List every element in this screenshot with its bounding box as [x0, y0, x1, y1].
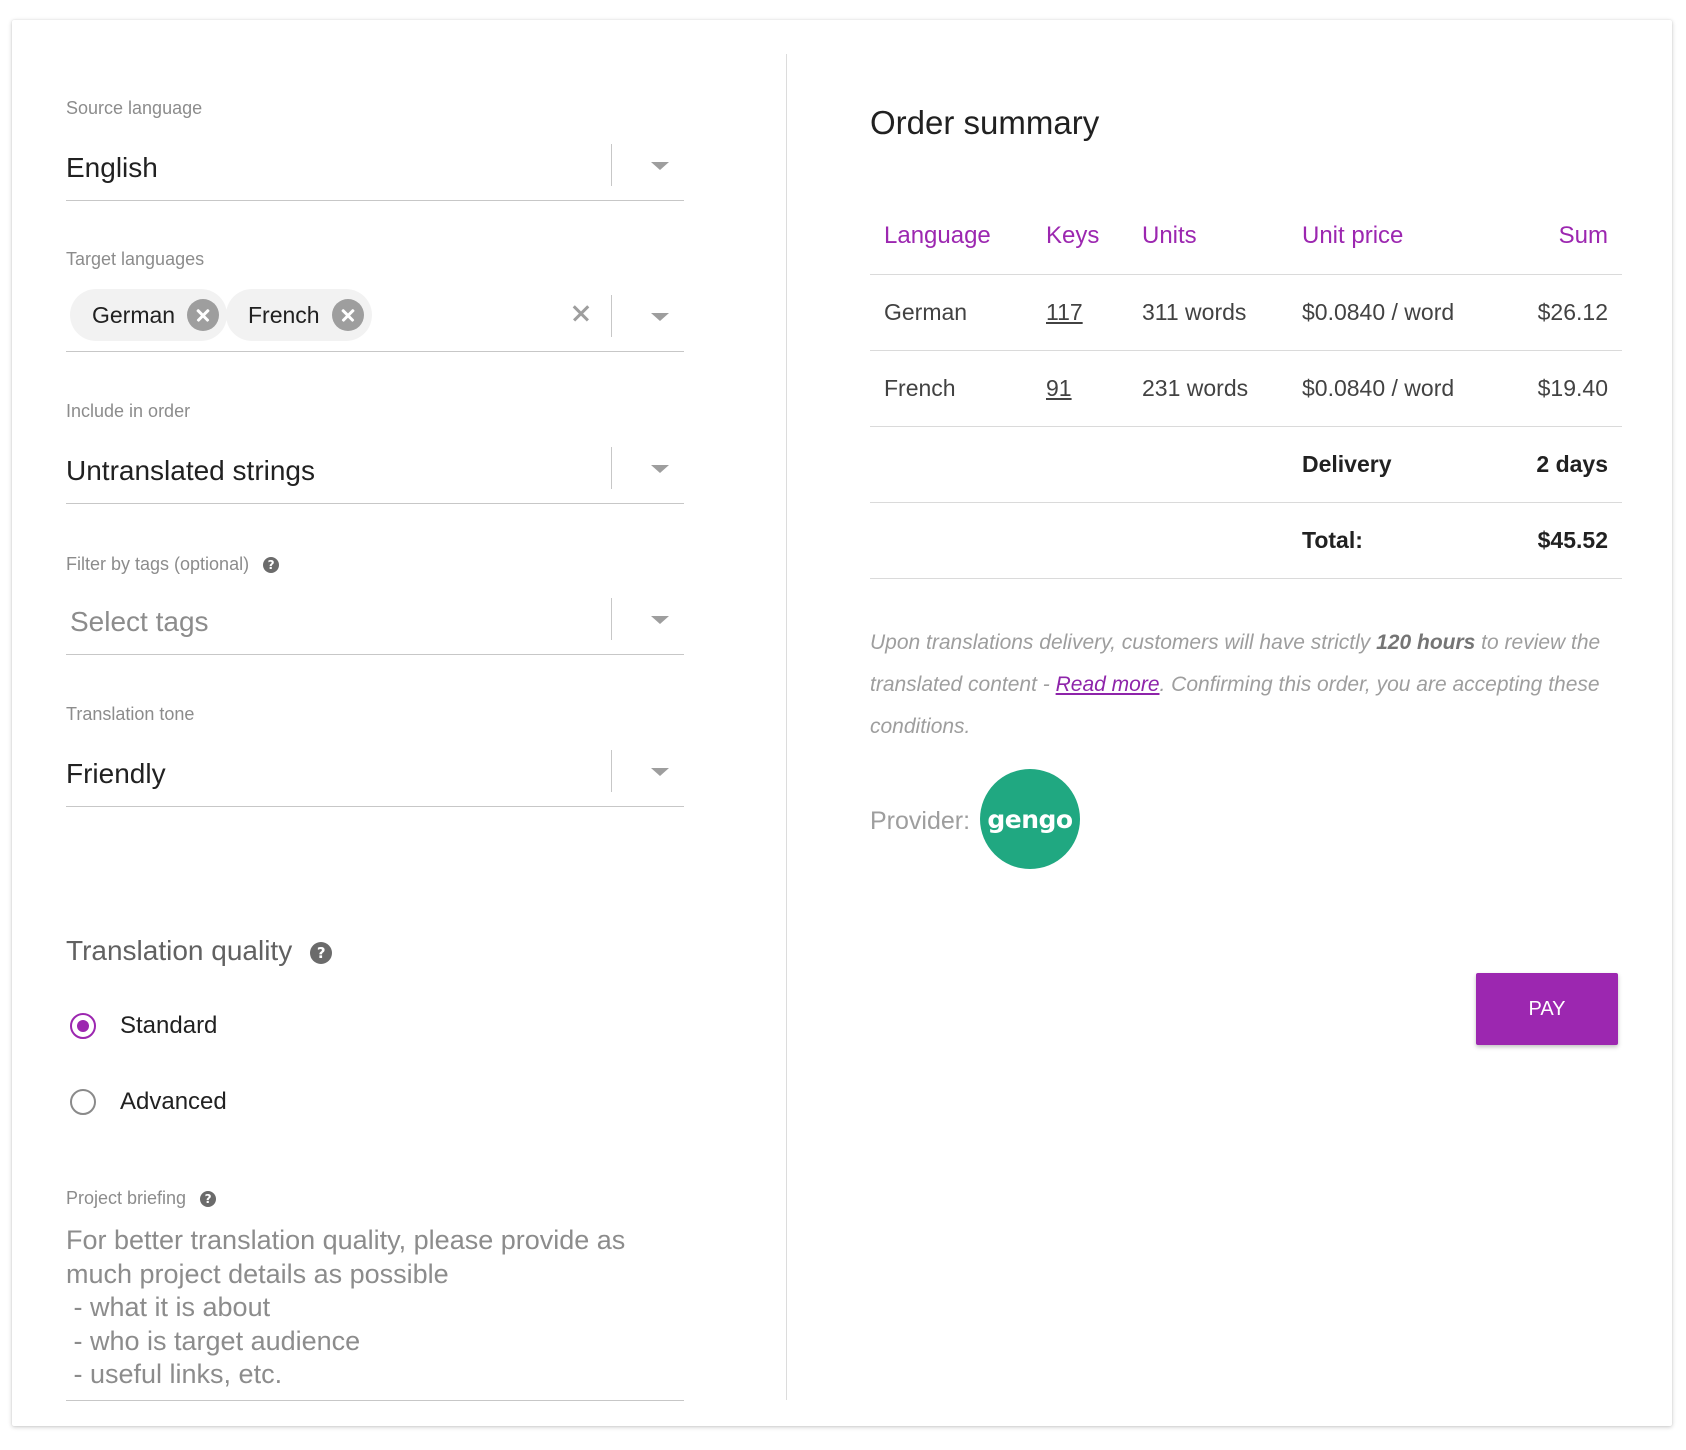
briefing-placeholder-line: - who is target audience: [66, 1325, 361, 1356]
briefing-placeholder-line: much project details as possible: [66, 1258, 449, 1289]
chevron-down-icon[interactable]: [651, 162, 669, 170]
translation-tone-label: Translation tone: [66, 704, 195, 724]
delivery-value: 2 days: [1536, 451, 1608, 477]
row-language: French: [884, 375, 956, 401]
filter-tags-label-row: Filter by tags (optional)?: [66, 554, 280, 575]
chevron-down-icon[interactable]: [651, 768, 669, 776]
translation-tone-value: Friendly: [66, 758, 166, 789]
row-language: German: [884, 299, 968, 325]
source-language-label: Source language: [66, 98, 203, 118]
briefing-placeholder-line: For better translation quality, please p…: [66, 1225, 626, 1255]
radio-label: Advanced: [120, 1088, 227, 1115]
translation-quality-title-row: Translation quality?: [66, 935, 333, 967]
help-icon[interactable]: ?: [310, 941, 333, 964]
provider-label: Provider:: [870, 807, 971, 835]
notice-text: Upon translations delivery, customers wi…: [870, 631, 1377, 654]
clear-all-icon[interactable]: [571, 303, 591, 323]
order-summary-table: Language Keys Units Unit price Sum Germa…: [870, 198, 1622, 579]
remove-chip-icon[interactable]: [187, 299, 220, 331]
briefing-placeholder-line: - what it is about: [66, 1292, 271, 1322]
table-header: Language Keys Units Unit price Sum: [870, 198, 1622, 275]
row-sum: $19.40: [1537, 375, 1608, 401]
review-notice: Upon translations delivery, customers wi…: [870, 622, 1620, 748]
chip-label: German: [92, 301, 176, 328]
quality-option-advanced[interactable]: Advanced: [70, 1088, 227, 1116]
column-divider: [786, 54, 787, 1400]
column-header-unit-price: Unit price: [1302, 222, 1404, 249]
chip-french: French: [226, 289, 372, 341]
total-row: Total: $45.52: [870, 503, 1622, 579]
help-icon[interactable]: ?: [263, 557, 280, 574]
project-briefing-textarea[interactable]: For better translation quality, please p…: [66, 1224, 684, 1401]
radio-button-checked[interactable]: [70, 1013, 96, 1039]
pay-button[interactable]: PAY: [1476, 973, 1618, 1045]
column-header-sum: Sum: [1558, 222, 1608, 249]
select-separator: [611, 144, 612, 186]
row-keys-link[interactable]: 117: [1046, 275, 1083, 350]
select-separator: [611, 447, 612, 489]
include-in-order-value: Untranslated strings: [66, 455, 316, 486]
briefing-placeholder-line: - useful links, etc.: [66, 1359, 283, 1389]
order-summary-title: Order summary: [870, 104, 1100, 141]
column-header-units: Units: [1142, 222, 1197, 249]
radio-button[interactable]: [70, 1089, 96, 1115]
chevron-down-icon[interactable]: [651, 616, 669, 624]
row-unit-price: $0.0840 / word: [1302, 375, 1455, 401]
delivery-label: Delivery: [1302, 451, 1392, 477]
row-units: 231 words: [1142, 375, 1249, 401]
chevron-down-icon[interactable]: [651, 465, 669, 473]
column-header-keys: Keys: [1046, 222, 1100, 249]
table-row: French 91 231 words $0.0840 / word $19.4…: [870, 351, 1622, 427]
filter-tags-placeholder: Select tags: [70, 606, 209, 637]
source-language-value: English: [66, 152, 158, 183]
notice-hours: 120 hours: [1376, 631, 1476, 654]
help-icon[interactable]: ?: [200, 1191, 217, 1208]
project-briefing-label-row: Project briefing?: [66, 1188, 217, 1209]
read-more-link[interactable]: Read more: [1056, 673, 1160, 696]
include-in-order-label: Include in order: [66, 401, 191, 421]
target-languages-select[interactable]: German French: [66, 281, 684, 352]
chip-german: German: [70, 289, 228, 341]
total-value: $45.52: [1537, 527, 1608, 553]
total-label: Total:: [1302, 527, 1363, 553]
source-language-select[interactable]: English: [66, 130, 684, 201]
translation-tone-select[interactable]: Friendly: [66, 736, 684, 807]
delivery-row: Delivery 2 days: [870, 427, 1622, 503]
select-separator: [611, 750, 612, 792]
translation-quality-title: Translation quality: [66, 935, 293, 966]
table-row: German 117 311 words $0.0840 / word $26.…: [870, 275, 1622, 351]
quality-option-standard[interactable]: Standard: [70, 1012, 217, 1040]
gengo-logo: gengo: [980, 769, 1080, 869]
chevron-down-icon[interactable]: [651, 313, 669, 321]
select-separator: [611, 598, 612, 640]
gengo-logo-text: gengo: [987, 804, 1073, 834]
chip-label: French: [248, 301, 320, 328]
radio-label: Standard: [120, 1012, 218, 1039]
project-briefing-label: Project briefing: [66, 1188, 187, 1208]
remove-chip-icon[interactable]: [331, 299, 364, 331]
row-unit-price: $0.0840 / word: [1302, 299, 1455, 325]
include-in-order-select[interactable]: Untranslated strings: [66, 433, 684, 504]
row-units: 311 words: [1142, 299, 1247, 325]
column-header-language: Language: [884, 222, 991, 249]
row-sum: $26.12: [1537, 299, 1608, 325]
target-languages-label: Target languages: [66, 249, 205, 269]
select-separator: [611, 295, 612, 337]
filter-tags-label: Filter by tags (optional): [66, 554, 250, 574]
filter-tags-select[interactable]: Select tags: [66, 584, 684, 655]
row-keys-link[interactable]: 91: [1046, 351, 1072, 426]
